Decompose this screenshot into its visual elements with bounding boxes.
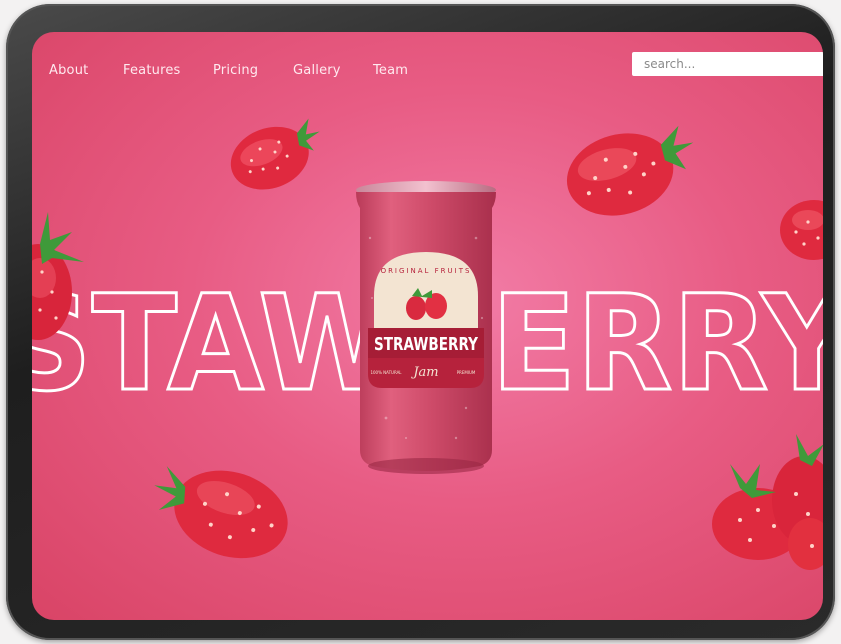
strawberry-top-left — [230, 118, 320, 190]
nav-about[interactable]: About — [49, 63, 88, 78]
can-left-small: 100% NATURAL — [370, 370, 402, 375]
can-script: Jam — [410, 365, 438, 380]
nav-team[interactable]: Team — [373, 63, 408, 78]
nav-pricing[interactable]: Pricing — [213, 63, 258, 78]
can-right-small: PREMIUM — [457, 370, 476, 375]
top-nav: About Features Pricing Gallery Team — [32, 32, 823, 102]
strawberry-right-edge — [780, 200, 823, 260]
search-input[interactable] — [632, 52, 823, 76]
nav-features[interactable]: Features — [123, 63, 181, 78]
strawberry-top-right — [566, 125, 694, 216]
can-title: STRAWBERRY — [374, 334, 479, 355]
nav-gallery[interactable]: Gallery — [293, 63, 341, 78]
strawberry-left-edge — [32, 212, 84, 340]
strawberry-bottom-left — [154, 466, 288, 559]
tablet-frame: STAWBERRY STAWBERRY — [6, 4, 835, 640]
can-arc-text: ORIGINAL FRUITS — [381, 267, 472, 275]
screen: STAWBERRY STAWBERRY — [32, 32, 823, 620]
strawberry-bottom-right — [712, 434, 823, 570]
soda-can: ORIGINAL FRUITS STRAWBERRY Jam 100% NATU… — [346, 178, 506, 478]
